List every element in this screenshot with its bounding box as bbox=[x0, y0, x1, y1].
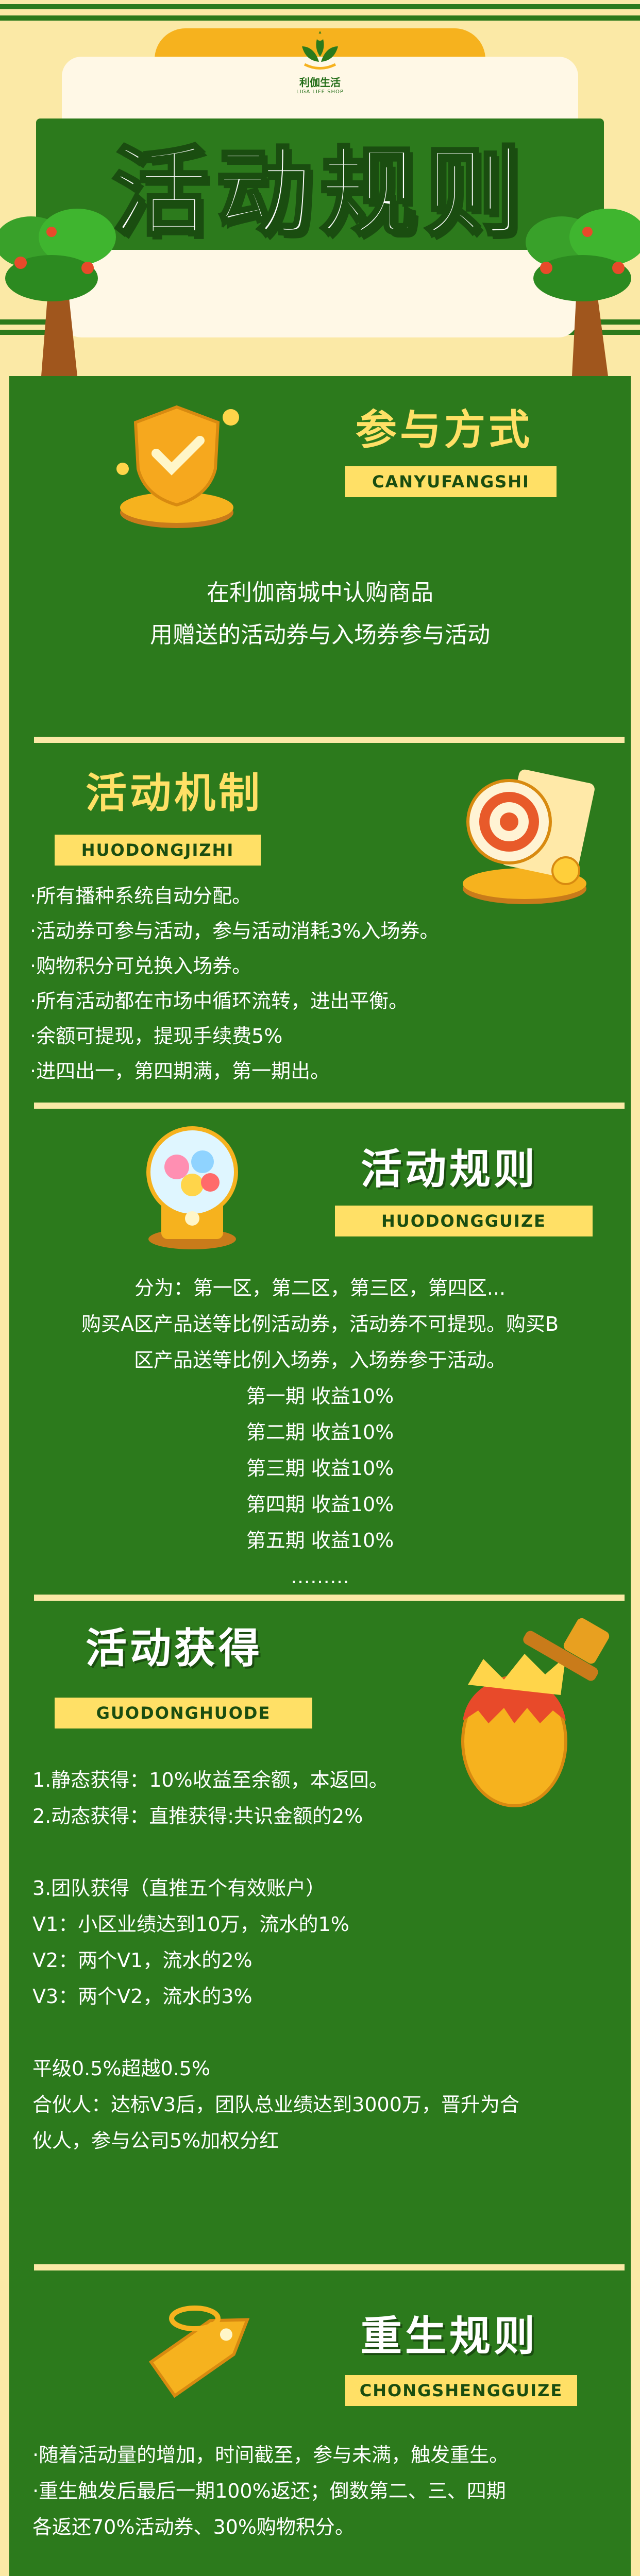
section-pinyin-badge: CANYUFANGSHI bbox=[345, 466, 557, 497]
page-title: 活动规则 bbox=[110, 135, 528, 251]
mechanism-text: ·所有播种系统自动分配。 ·活动券可参与活动，参与活动消耗3%入场券。 ·购物积… bbox=[30, 878, 617, 1089]
logo-icon bbox=[302, 31, 338, 70]
text-line: V3：两个V2，流水的3% bbox=[32, 1985, 252, 2008]
text-line: 平级0.5%超越0.5% bbox=[32, 2057, 211, 2080]
text-line: 1.静态获得：10%收益至余额，本返回。 bbox=[32, 1769, 389, 1791]
text-line: ·所有播种系统自动分配。 bbox=[30, 885, 252, 907]
section-pinyin-badge: HUODONGJIZHI bbox=[55, 835, 261, 866]
logo: 利伽生活 LIGA LIFE SHOP bbox=[289, 26, 351, 108]
tree-icon bbox=[0, 209, 116, 376]
section-title: 活动机制 bbox=[86, 769, 263, 817]
section-divider bbox=[34, 737, 625, 743]
text-line: 第五期 收益10% bbox=[246, 1529, 394, 1552]
top-stripe bbox=[0, 15, 640, 21]
text-line: V1：小区业绩达到10万，流水的1% bbox=[32, 1913, 349, 1936]
text-line: 各返还70%活动券、30%购物积分。 bbox=[32, 2516, 355, 2538]
section-pinyin-badge: CHONGSHENGGUIZE bbox=[345, 2375, 577, 2406]
shield-check-icon bbox=[116, 405, 239, 528]
text-line: 区产品送等比例入场券，入场券参于活动。 bbox=[133, 1349, 506, 1371]
section-title: 重生规则 bbox=[361, 2312, 538, 2360]
section-divider bbox=[34, 2264, 625, 2270]
section-divider bbox=[34, 1595, 625, 1601]
tree-icon bbox=[526, 209, 640, 376]
text-line bbox=[32, 2014, 620, 2050]
rules-text: 分为：第一区，第二区，第三区，第四区... 购买A区产品送等比例活动券，活动券不… bbox=[9, 1270, 631, 1595]
text-line: ·随着活动量的增加，时间截至，参与未满，触发重生。 bbox=[32, 2444, 509, 2466]
text-line: 在利伽商城中认购商品 bbox=[207, 580, 433, 606]
gains-text: 1.静态获得：10%收益至余额，本返回。 2.动态获得：直推获得:共识金额的2%… bbox=[32, 1762, 620, 2159]
text-line: 2.动态获得：直推获得:共识金额的2% bbox=[32, 1805, 363, 1827]
text-line: 第四期 收益10% bbox=[246, 1493, 394, 1516]
text-line: ·活动券可参与活动，参与活动消耗3%入场券。 bbox=[30, 920, 440, 942]
text-line: 伙人，参与公司5%加权分红 bbox=[32, 2129, 279, 2152]
text-line: ·重生触发后最后一期100%返还；倒数第二、三、四期 bbox=[32, 2480, 506, 2502]
section-title: 参与方式 bbox=[356, 406, 533, 454]
text-line: ……… bbox=[291, 1565, 349, 1588]
text-line: ·所有活动都在市场中循环流转，进出平衡。 bbox=[30, 990, 409, 1012]
text-line: 分为：第一区，第二区，第三区，第四区... bbox=[134, 1277, 506, 1299]
text-line: 用赠送的活动券与入场券参与活动 bbox=[150, 622, 490, 648]
top-stripe bbox=[0, 4, 640, 9]
text-line: 3.团队获得（直推五个有效账户） bbox=[32, 1877, 326, 1900]
main-content: 参与方式 CANYUFANGSHI 在利伽商城中认购商品 用赠送的活动券与入场券… bbox=[9, 376, 631, 2576]
text-line: 第一期 收益10% bbox=[246, 1385, 394, 1408]
logo-name: 利伽生活 bbox=[299, 76, 341, 89]
section-divider bbox=[34, 1103, 625, 1109]
text-line: 购买A区产品送等比例活动券，活动券不可提现。购买B bbox=[81, 1313, 559, 1335]
text-line: ·余额可提现，提现手续费5% bbox=[30, 1025, 283, 1047]
section-title: 活动规则 bbox=[361, 1145, 538, 1193]
section-pinyin-badge: HUODONGGUIZE bbox=[335, 1206, 593, 1236]
text-line: 第二期 收益10% bbox=[246, 1421, 394, 1444]
rebirth-text: ·随着活动量的增加，时间截至，参与未满，触发重生。 ·重生触发后最后一期100%… bbox=[32, 2437, 620, 2545]
participation-text: 在利伽商城中认购商品 用赠送的活动券与入场券参与活动 bbox=[9, 572, 631, 656]
tag-icon bbox=[148, 2306, 250, 2398]
text-line bbox=[32, 1834, 620, 1870]
text-line: 第三期 收益10% bbox=[246, 1457, 394, 1480]
logo-subtitle: LIGA LIFE SHOP bbox=[296, 89, 344, 95]
text-line: ·购物积分可兑换入场券。 bbox=[30, 955, 252, 977]
text-line: 合伙人：达标V3后，团队总业绩达到3000万，晋升为合 bbox=[32, 2093, 519, 2116]
header: 利伽生活 LIGA LIFE SHOP 活动规则 bbox=[0, 0, 640, 376]
section-pinyin-badge: GUODONGHUODE bbox=[55, 1698, 312, 1728]
text-line: ·进四出一，第四期满，第一期出。 bbox=[30, 1060, 330, 1082]
section-title: 活动获得 bbox=[86, 1624, 263, 1672]
gacha-machine-icon bbox=[146, 1126, 238, 1249]
text-line: V2：两个V1，流水的2% bbox=[32, 1949, 252, 1972]
